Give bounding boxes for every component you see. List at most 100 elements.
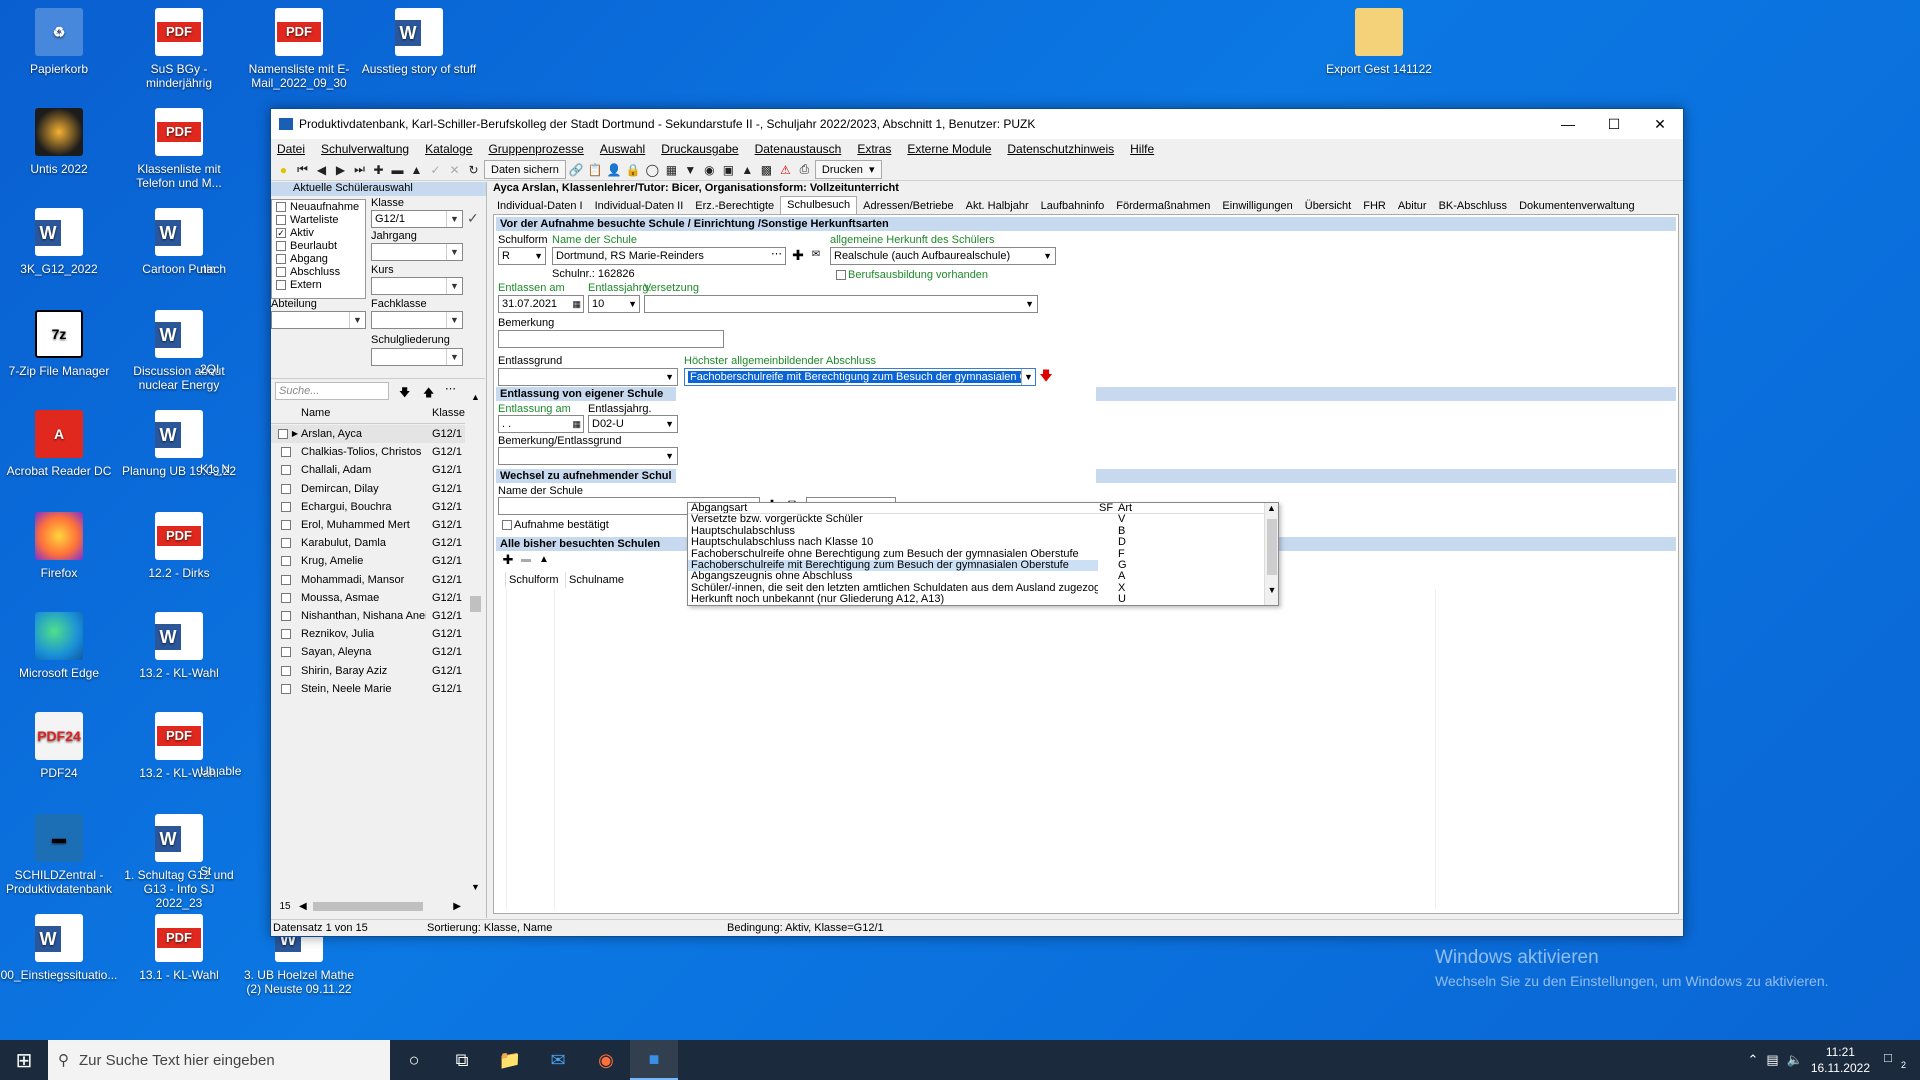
student-row[interactable]: ▶ Arslan, Ayca G12/1	[271, 425, 465, 443]
clock[interactable]: 11:21 16.11.2022	[1811, 1044, 1870, 1076]
cancel-icon[interactable]: ✕	[446, 161, 463, 178]
aufnahme-checkbox[interactable]	[502, 520, 512, 530]
shield-icon[interactable]: ◯	[644, 161, 661, 178]
desktop-icon-word[interactable]: 3K_G12_2022	[0, 208, 118, 276]
tab-einwilligungen[interactable]: Einwilligungen	[1216, 198, 1298, 214]
grid-col-header[interactable]: Schulform	[506, 572, 566, 588]
add-row-icon[interactable]: ✚	[500, 553, 516, 569]
tab-übersicht[interactable]: Übersicht	[1299, 198, 1357, 214]
lock-icon[interactable]: 🔒	[625, 161, 642, 178]
entlassjahrg-select[interactable]: 10 ▼	[588, 295, 640, 313]
network-icon[interactable]: ▤	[1766, 1052, 1778, 1068]
tab-fördermaßnahmen[interactable]: Fördermaßnahmen	[1110, 198, 1216, 214]
desktop-icon-pdf[interactable]: 13.1 - KL-Wahl	[120, 914, 238, 982]
row-checkbox[interactable]	[281, 556, 291, 567]
remove-row-icon[interactable]: ▬	[518, 553, 534, 569]
schulgliederung-select[interactable]: ▼	[371, 348, 463, 366]
last-record-icon[interactable]: ⏭	[351, 161, 368, 178]
link-icon[interactable]: 🔗	[568, 161, 585, 178]
minimize-button[interactable]: —	[1545, 109, 1591, 139]
menu-item[interactable]: Datenaustausch	[755, 142, 842, 156]
student-row[interactable]: Moussa, Asmae G12/1	[271, 589, 465, 607]
filter-abgang[interactable]: Abgang	[272, 253, 365, 265]
desktop-icon-pdf[interactable]: 12.2 - Dirks	[120, 512, 238, 580]
tab-akt-halbjahr[interactable]: Akt. Halbjahr	[960, 198, 1035, 214]
checkbox[interactable]	[276, 202, 286, 212]
checkbox[interactable]: ✓	[276, 228, 286, 238]
dropdown-option[interactable]: Fachoberschulreife ohne Berechtigung zum…	[688, 548, 1278, 560]
student-row[interactable]: Krug, Amelie G12/1	[271, 552, 465, 570]
task-view-icon[interactable]: ⧉	[438, 1040, 486, 1080]
student-row[interactable]: Shirin, Baray Aziz G12/1	[271, 662, 465, 680]
row-checkbox[interactable]	[281, 574, 291, 585]
windows-start-icon[interactable]: ⊞	[0, 1040, 48, 1080]
abschluss-select[interactable]: Fachoberschulreife mit Berechtigung zum …	[684, 368, 1036, 386]
camera-icon[interactable]: ▣	[720, 161, 737, 178]
filter-abschluss[interactable]: Abschluss	[272, 266, 365, 278]
fachklasse-select[interactable]: ▼	[371, 311, 463, 329]
cortana-icon[interactable]: ○	[390, 1040, 438, 1080]
desktop-icon-edge[interactable]: Microsoft Edge	[0, 612, 118, 680]
tab-adressen-betriebe[interactable]: Adressen/Betriebe	[857, 198, 960, 214]
kurs-select[interactable]: ▼	[371, 277, 463, 295]
checkbox[interactable]	[276, 254, 286, 264]
desktop-icon-pdf[interactable]: SuS BGy - minderjährig	[120, 8, 238, 90]
dropdown-option[interactable]: Herkunft noch unbekannt (nur Gliederung …	[688, 593, 1278, 605]
student-row[interactable]: Nishanthan, Nishana Anei G12/1	[271, 607, 465, 625]
next-record-icon[interactable]: ▶	[332, 161, 349, 178]
row-checkbox[interactable]	[281, 447, 291, 458]
dropdown-option[interactable]: Schüler/-innen, die seit den letzten amt…	[688, 582, 1278, 594]
tab-fhr[interactable]: FHR	[1357, 198, 1392, 214]
row-checkbox[interactable]	[281, 465, 291, 476]
chart-icon[interactable]: ▲	[739, 161, 756, 178]
row-checkbox[interactable]	[277, 429, 288, 439]
student-row[interactable]: Erol, Muhammed Mert G12/1	[271, 516, 465, 534]
tab-individual-daten-ii[interactable]: Individual-Daten II	[589, 198, 690, 214]
student-row[interactable]: Chalkias-Tolios, Christos G12/1	[271, 443, 465, 461]
desktop-icon-schild[interactable]: ▬ SCHILDZentral - Produktivdatenbank	[0, 814, 118, 896]
checkbox[interactable]	[276, 280, 286, 290]
student-list-scrollbar[interactable]: ▲ ▼	[467, 392, 484, 892]
tab-dokumentenverwaltung[interactable]: Dokumentenverwaltung	[1513, 198, 1641, 214]
menu-item[interactable]: Externe Module	[907, 142, 991, 156]
desktop-icon-word[interactable]: Discussion about nuclear Energy	[120, 310, 238, 392]
student-row[interactable]: Echargui, Bouchra G12/1	[271, 498, 465, 516]
entlassjahrg2-select[interactable]: D02-U ▼	[588, 415, 678, 433]
herkunft-select[interactable]: Realschule (auch Aufbaurealschule) ▼	[830, 247, 1056, 265]
desktop-icon-pdf24[interactable]: PDF24 PDF24	[0, 712, 118, 780]
desktop-icon-untis[interactable]: Untis 2022	[0, 108, 118, 176]
klasse-select[interactable]: G12/1 ▼	[371, 210, 463, 228]
schools-grid-body[interactable]	[496, 589, 1436, 909]
student-row[interactable]: Mohammadi, Mansor G12/1	[271, 571, 465, 589]
new-record-icon[interactable]: ●	[275, 161, 292, 178]
menu-item[interactable]: Datei	[277, 142, 305, 156]
add-school-icon[interactable]: ✚	[790, 248, 806, 264]
filter-icon[interactable]: ▼	[682, 161, 699, 178]
col-klasse[interactable]: Klasse	[426, 407, 465, 423]
menu-item[interactable]: Datenschutzhinweis	[1007, 142, 1114, 156]
confirm-icon[interactable]: ✓	[427, 161, 444, 178]
row-checkbox[interactable]	[281, 611, 291, 621]
desktop-icon-7z[interactable]: 7z 7-Zip File Manager	[0, 310, 118, 378]
tab-schulbesuch[interactable]: Schulbesuch	[780, 196, 858, 214]
desktop-icon-pdf[interactable]: Klassenliste mit Telefon und M...	[120, 108, 238, 190]
mail-icon[interactable]: ✉	[808, 248, 824, 264]
col-name[interactable]: Name	[301, 407, 426, 423]
desktop-icon-word[interactable]: 00_Einstiegssituatio...	[0, 914, 118, 982]
tab-bk-abschluss[interactable]: BK-Abschluss	[1433, 198, 1513, 214]
tab-individual-daten-i[interactable]: Individual-Daten I	[491, 198, 589, 214]
student-row[interactable]: Sayan, Aleyna G12/1	[271, 643, 465, 661]
desktop-icon-ff[interactable]: Firefox	[0, 512, 118, 580]
menu-item[interactable]: Gruppenprozesse	[488, 142, 583, 156]
menu-item[interactable]: Druckausgabe	[661, 142, 738, 156]
add-icon[interactable]: ✚	[370, 161, 387, 178]
taskbar-search[interactable]: ⚲ Zur Suche Text hier eingeben	[48, 1040, 390, 1080]
calendar-icon[interactable]: ▦	[572, 416, 581, 432]
stats-icon[interactable]: ▩	[758, 161, 775, 178]
menu-item[interactable]: Auswahl	[600, 142, 645, 156]
scroll-right-icon[interactable]: ▶	[453, 901, 461, 912]
search-input[interactable]: Suche...	[275, 382, 389, 400]
bemerkung-entlass-select[interactable]: ▼	[498, 447, 678, 465]
filter-extern[interactable]: Extern	[272, 279, 365, 291]
versetzung-select[interactable]: ▼	[644, 295, 1038, 313]
